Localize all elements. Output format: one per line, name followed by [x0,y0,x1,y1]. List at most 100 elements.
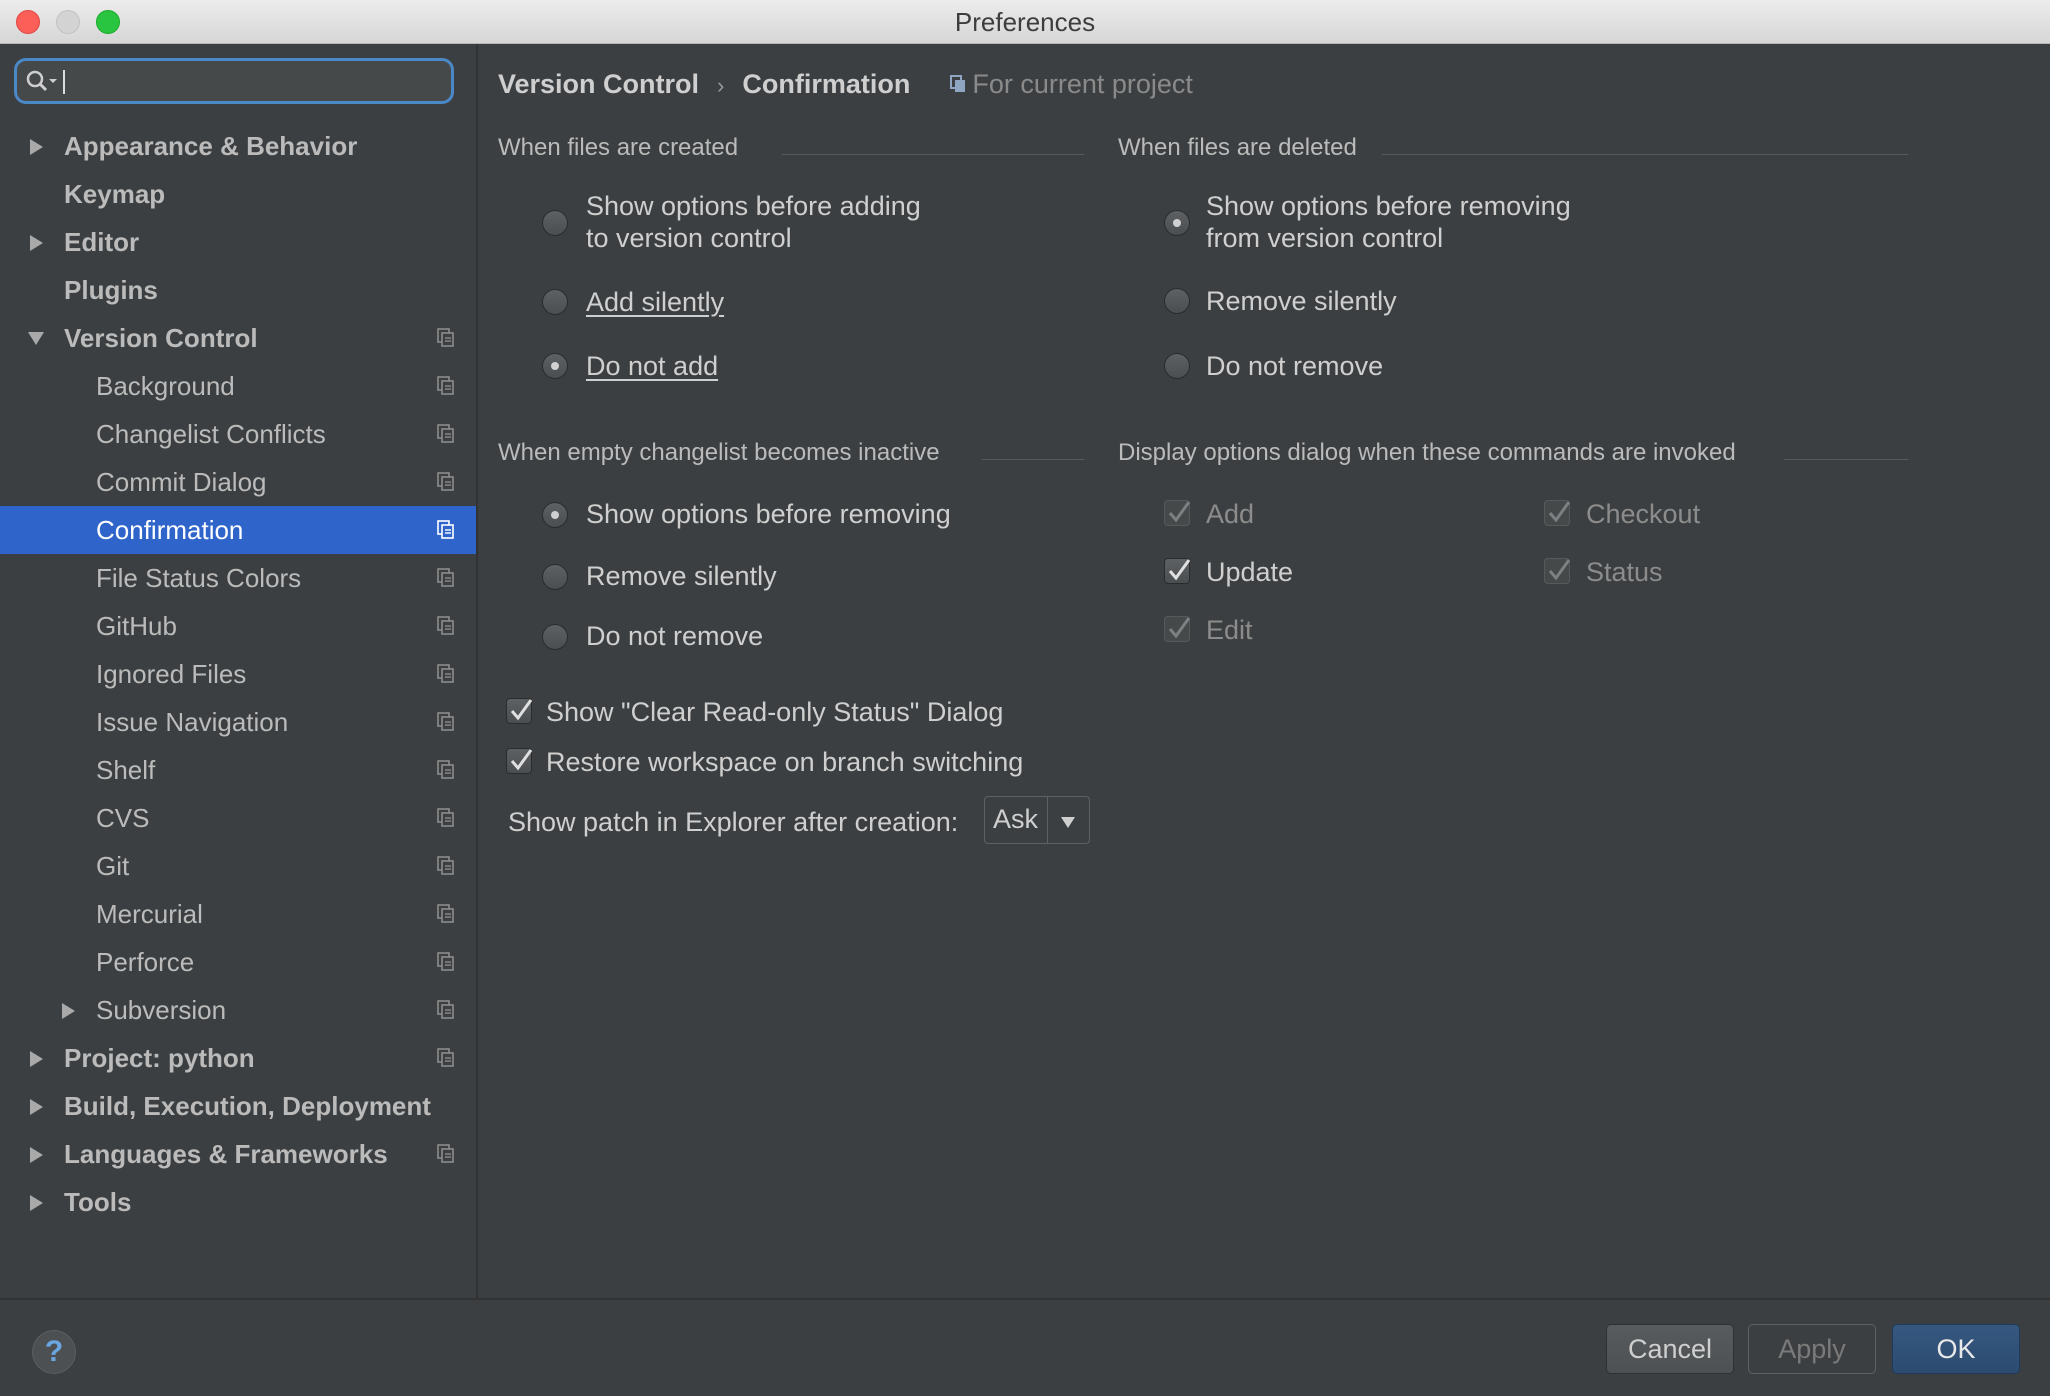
checkbox-checkout[interactable] [1544,500,1571,526]
ok-button[interactable]: OK [1892,1324,2020,1374]
separator [1784,459,1908,460]
sidebar-item-cvs[interactable]: CVS [0,794,476,842]
sidebar-item-languages-frameworks[interactable]: Languages & Frameworks [0,1130,476,1178]
sidebar-item-label: Background [96,371,235,401]
confirmation-panel: Version Control › Confirmation For current … [478,44,2050,1298]
sidebar-item-changelist-conflicts[interactable]: Changelist Conflicts [0,410,476,458]
expand-arrow-right-icon[interactable] [30,1051,43,1067]
radio-changelist-do-not-remove[interactable] [542,624,568,650]
radio-add-silently[interactable] [542,289,568,315]
restore-workspace-label: Restore workspace on branch switching [546,747,1024,777]
window-title: Preferences [954,7,1096,37]
patch-label: Show patch in Explorer after creation: [508,807,959,837]
cancel-button[interactable]: Cancel [1606,1324,1734,1374]
sidebar-item-version-control[interactable]: Version Control [0,314,476,362]
project-scope-icon [950,74,966,92]
project-scope-icon [437,808,454,827]
sidebar-item-file-status-colors[interactable]: File Status Colors [0,554,476,602]
sidebar-item-confirmation[interactable]: Confirmation [0,506,476,554]
expand-arrow-right-icon[interactable] [30,1195,43,1211]
project-scope-icon [437,664,454,683]
checkbox-status[interactable] [1544,558,1571,584]
created-show-options-label: Show options before adding to version co… [586,190,921,254]
expand-arrow-down-icon[interactable] [28,332,44,345]
search-input[interactable] [14,58,454,104]
remove-silently-label: Remove silently [1206,286,1397,316]
sidebar-item-label: Keymap [64,179,166,209]
sidebar-item-git[interactable]: Git [0,842,476,890]
breadcrumb-parent[interactable]: Version Control [498,69,699,99]
created-show-options-line1: Show options before adding [586,191,921,221]
deleted-show-options-label: Show options before removing from versio… [1206,190,1571,254]
changelist-remove-silently-label: Remove silently [586,561,777,591]
changelist-inactive-title: When empty changelist becomes inactive [498,439,940,466]
status-command-label: Status [1586,557,1663,587]
expand-arrow-right-icon[interactable] [30,1147,43,1163]
checkbox-restore-workspace[interactable] [506,748,533,774]
expand-arrow-right-icon[interactable] [30,139,43,155]
sidebar-item-subversion[interactable]: Subversion [0,986,476,1034]
do-not-add-label: Do not add [586,350,718,382]
sidebar-item-commit-dialog[interactable]: Commit Dialog [0,458,476,506]
sidebar-item-editor[interactable]: Editor [0,218,476,266]
sidebar-item-keymap[interactable]: Keymap [0,170,476,218]
patch-explorer-dropdown[interactable]: Ask [984,796,1090,844]
help-button[interactable]: ? [32,1330,76,1374]
radio-do-not-add[interactable] [542,353,568,379]
scope-text: For current project [972,69,1193,99]
separator [1382,154,1908,155]
sidebar-item-ignored-files[interactable]: Ignored Files [0,650,476,698]
sidebar-item-label: Editor [64,227,140,257]
apply-button[interactable]: Apply [1748,1324,1876,1374]
sidebar-item-label: Shelf [96,755,156,785]
project-scope-icon [437,712,454,731]
sidebar-item-issue-navigation[interactable]: Issue Navigation [0,698,476,746]
breadcrumb-current: Confirmation [742,69,911,99]
project-scope-icon [437,424,454,443]
files-created-title: When files are created [498,134,739,161]
sidebar-item-build-execution-deployment[interactable]: Build, Execution, Deployment [0,1082,476,1130]
chevron-down-icon [1061,817,1075,828]
sidebar-item-plugins[interactable]: Plugins [0,266,476,314]
expand-arrow-right-icon[interactable] [30,1099,43,1115]
sidebar-item-background[interactable]: Background [0,362,476,410]
sidebar-item-label: File Status Colors [96,563,302,593]
radio-deleted-show-options[interactable] [1164,210,1190,236]
sidebar-item-project-python[interactable]: Project: python [0,1034,476,1082]
add-command-label: Add [1206,499,1255,529]
project-scope-icon [437,760,454,779]
patch-dropdown-value: Ask [993,804,1039,834]
checkbox-update[interactable] [1164,558,1191,584]
radio-changelist-show-options[interactable] [542,502,568,528]
search-icon [26,70,57,92]
sidebar-item-label: Project: python [64,1043,255,1073]
sidebar-item-label: Commit Dialog [96,467,267,497]
radio-changelist-remove-silently[interactable] [542,564,568,590]
sidebar-item-perforce[interactable]: Perforce [0,938,476,986]
expand-arrow-right-icon[interactable] [30,235,43,251]
sidebar-item-appearance-behavior[interactable]: Appearance & Behavior [0,122,476,170]
radio-do-not-remove[interactable] [1164,353,1190,379]
sidebar-item-tools[interactable]: Tools [0,1178,476,1226]
radio-created-show-options[interactable] [542,210,568,236]
sidebar-item-shelf[interactable]: Shelf [0,746,476,794]
project-scope-icon [437,472,454,491]
dropdown-divider [1047,797,1048,843]
project-scope-icon [437,1000,454,1019]
checkbox-clear-readonly[interactable] [506,698,533,724]
sidebar-item-label: Appearance & Behavior [64,131,358,161]
sidebar-item-mercurial[interactable]: Mercurial [0,890,476,938]
sidebar-item-label: Perforce [96,947,195,977]
sidebar-item-label: Issue Navigation [96,707,289,737]
checkbox-add[interactable] [1164,500,1191,526]
project-scope-icon [437,1048,454,1067]
expand-arrow-right-icon[interactable] [62,1003,75,1019]
do-not-remove-label: Do not remove [1206,351,1384,381]
sidebar-item-label: Changelist Conflicts [96,419,326,449]
radio-remove-silently[interactable] [1164,288,1190,314]
sidebar-item-label: Languages & Frameworks [64,1139,388,1169]
checkbox-edit[interactable] [1164,616,1191,642]
sidebar-item-github[interactable]: GitHub [0,602,476,650]
do-not-add-text: Do not add [586,351,719,381]
checkout-command-label: Checkout [1586,499,1701,529]
